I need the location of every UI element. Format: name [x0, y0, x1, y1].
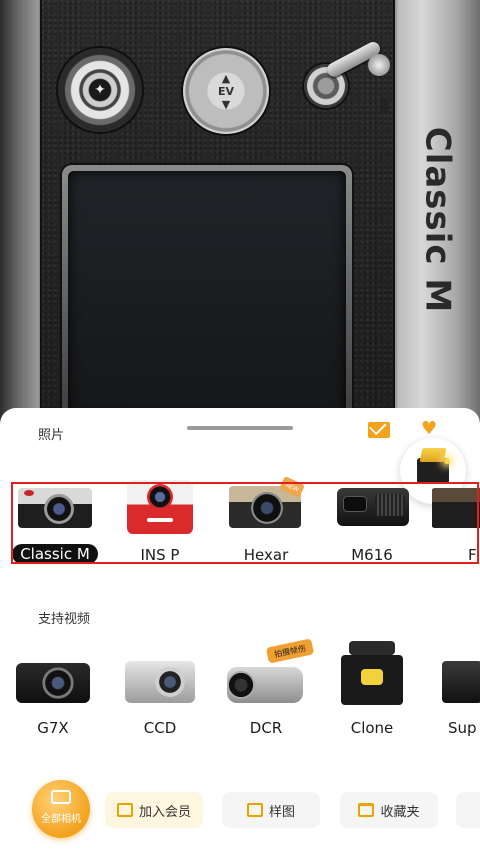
ev-label: EV [217, 84, 235, 98]
folder-icon [358, 803, 375, 817]
favorites-label: 收藏夹 [380, 804, 420, 820]
more-button[interactable] [456, 792, 480, 828]
camera-item-sup[interactable]: Sup [430, 653, 480, 739]
cameras-icon [51, 789, 71, 804]
ins-p-camera-icon [121, 480, 199, 534]
camera-body: ✦ ▲ EV ▼ Classic M [0, 0, 480, 420]
viewfinder-frame [62, 165, 352, 420]
camera-item-dcr[interactable]: 拍摄帧伤 DCR [216, 638, 316, 739]
camera-item-classic-m[interactable]: Classic M [5, 480, 105, 564]
ev-down-icon: ▼ [221, 97, 231, 111]
heart-icon[interactable]: ♥ [421, 420, 437, 438]
drag-handle[interactable] [187, 426, 293, 430]
camera-label: M616 [351, 546, 393, 564]
favorites-button[interactable]: 收藏夹 [340, 792, 438, 828]
camera-label: INS P [140, 546, 180, 564]
camera-label: F [468, 546, 477, 564]
g7x-camera-icon [14, 653, 92, 707]
all-cameras-label: 全部相机 [41, 813, 81, 825]
camera-label: Sup [448, 719, 477, 737]
shutter-dial[interactable]: ✦ [58, 48, 142, 132]
brand-text: Classic M [417, 126, 458, 314]
f-camera-icon [432, 480, 480, 534]
brand-mark-icon [380, 98, 388, 112]
clone-camera-icon [333, 641, 411, 707]
join-member-button[interactable]: 加入会员 [105, 792, 203, 828]
camera-item-ins-p[interactable]: INS P [110, 480, 210, 566]
camera-item-f[interactable]: F [432, 480, 480, 566]
photo-section-title: 照片 [38, 428, 65, 443]
dcr-tag: 拍摄帧伤 [265, 638, 315, 664]
photo-camera-list: Classic M INS P NEW Hexar M616 F [0, 476, 480, 600]
ev-up-icon: ▲ [221, 71, 231, 85]
sup-camera-icon [430, 653, 480, 707]
bottom-toolbar: 全部相机 加入会员 样图 收藏夹 [0, 780, 480, 853]
camera-label: Classic M [12, 544, 98, 564]
camera-label: G7X [37, 719, 69, 737]
sparkle-icon [444, 458, 450, 464]
all-cameras-button[interactable]: 全部相机 [32, 780, 90, 838]
classic-m-camera-icon [16, 480, 94, 534]
join-member-label: 加入会员 [138, 804, 191, 820]
m616-camera-icon [333, 480, 411, 534]
camera-label: Clone [350, 719, 394, 737]
camera-label: CCD [143, 719, 177, 737]
sample-photos-button[interactable]: 样图 [222, 792, 320, 828]
brand-label: Classic M [392, 120, 480, 320]
sample-photos-label: 样图 [268, 804, 295, 820]
mail-icon[interactable] [368, 422, 390, 438]
dcr-camera-icon: 拍摄帧伤 [227, 638, 315, 707]
camera-item-m616[interactable]: M616 [322, 480, 422, 566]
camera-item-clone[interactable]: Clone [322, 641, 422, 739]
camera-item-ccd[interactable]: CCD [110, 653, 210, 739]
camera-label: DCR [249, 719, 283, 737]
camera-item-g7x[interactable]: G7X [3, 653, 103, 739]
video-camera-list: G7X CCD 拍摄帧伤 DCR Clone Sup [0, 638, 480, 773]
lever-knob [368, 54, 390, 76]
camera-item-hexar[interactable]: NEW Hexar [216, 476, 316, 566]
image-icon [246, 803, 263, 817]
ccd-camera-icon [121, 653, 199, 707]
flash-icon: ✦ [94, 82, 106, 98]
crown-icon [116, 803, 133, 817]
viewfinder-screen[interactable] [68, 171, 346, 419]
hexar-camera-icon: NEW [227, 476, 305, 534]
camera-label: Hexar [243, 546, 289, 564]
video-section-title: 支持视频 [38, 612, 91, 627]
ev-dial[interactable]: ▲ EV ▼ [183, 48, 269, 134]
